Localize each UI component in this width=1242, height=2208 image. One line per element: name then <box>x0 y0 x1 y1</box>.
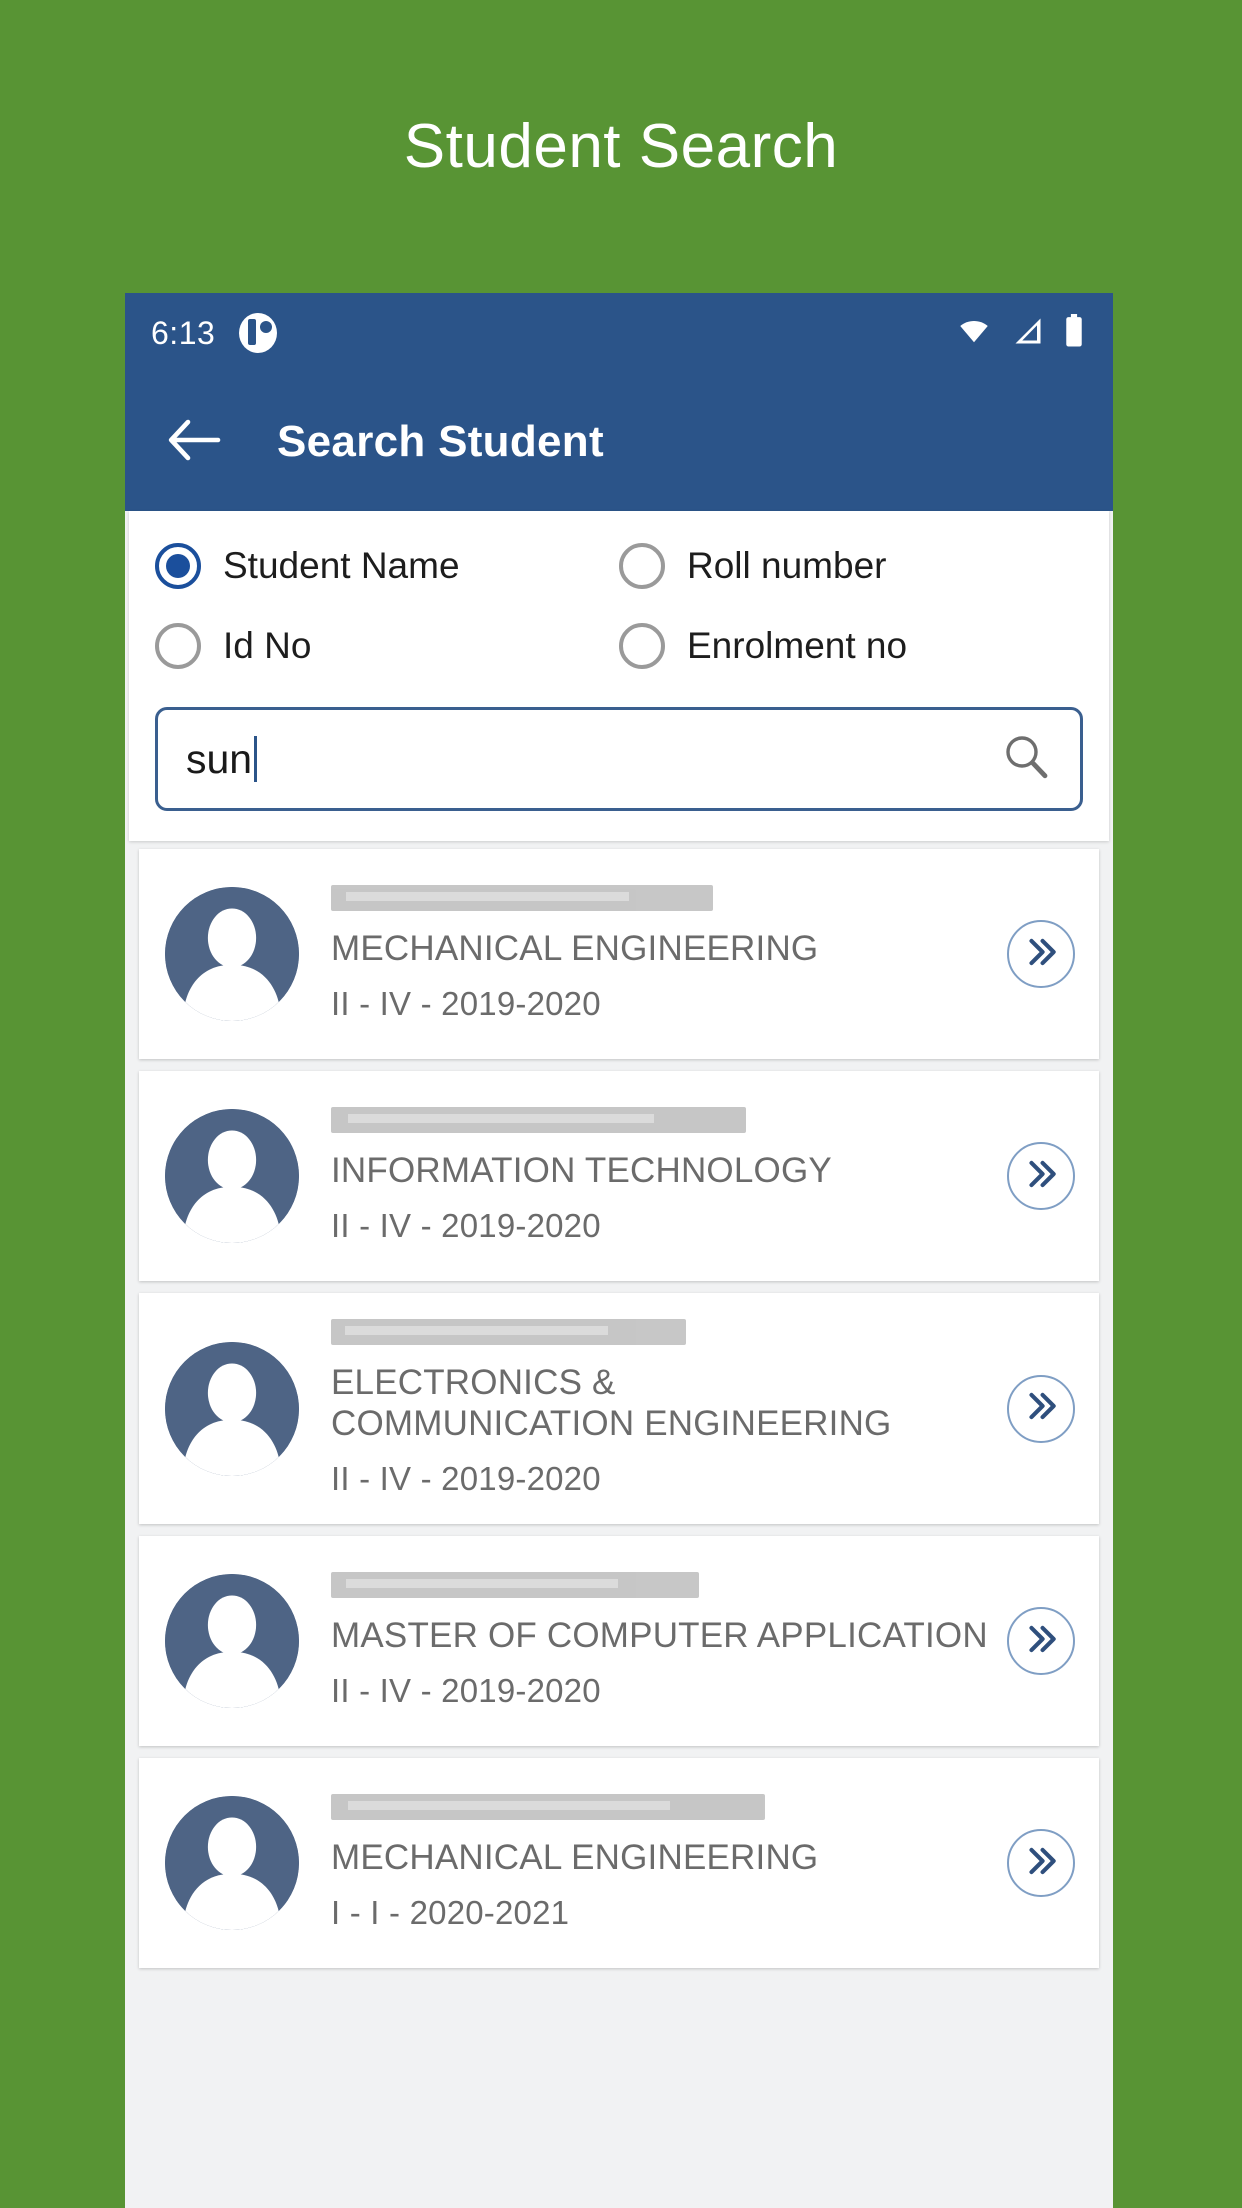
search-input[interactable]: sun <box>155 707 1083 811</box>
person-avatar-icon <box>165 1109 299 1243</box>
radio-enrolment-no[interactable]: Enrolment no <box>619 623 1083 669</box>
radio-circle-icon <box>619 623 665 669</box>
search-mode-radio-group: Student Name Roll number Id No Enrolment… <box>155 543 1083 669</box>
view-details-button[interactable] <box>1007 1829 1075 1898</box>
table-row[interactable]: ELECTRONICS & COMMUNICATION ENGINEERING … <box>139 1293 1099 1525</box>
student-year-session: II - IV - 2019-2020 <box>331 1672 601 1710</box>
person-avatar-icon <box>165 1574 299 1709</box>
redacted-student-name <box>331 1571 700 1598</box>
magnifier-icon[interactable] <box>1000 731 1052 788</box>
search-results-list: MECHANICAL ENGINEERING II - IV - 2019-20… <box>125 841 1113 1969</box>
radio-id-no[interactable]: Id No <box>155 623 619 669</box>
student-year-session: II - IV - 2019-2020 <box>331 1460 601 1498</box>
status-bar: 6:13 <box>125 293 1113 373</box>
text-cursor <box>254 736 258 782</box>
radio-circle-icon <box>155 543 201 589</box>
student-department: INFORMATION TECHNOLOGY <box>331 1150 832 1190</box>
radio-label: Enrolment no <box>687 625 908 666</box>
page-title: Student Search <box>403 112 839 181</box>
radio-circle-icon <box>155 623 201 669</box>
search-panel: Student Name Roll number Id No Enrolment… <box>129 511 1109 841</box>
phone-screen: 6:13 Search Student Student Name Roll nu… <box>125 293 1113 2208</box>
student-department: MASTER OF COMPUTER APPLICATION <box>331 1615 988 1655</box>
double-chevron-right-icon <box>1022 1155 1060 1198</box>
table-row[interactable]: MECHANICAL ENGINEERING I - I - 2020-2021 <box>139 1758 1099 1969</box>
redacted-student-name <box>331 884 713 911</box>
table-row[interactable]: MASTER OF COMPUTER APPLICATION II - IV -… <box>139 1536 1099 1747</box>
person-avatar-icon <box>165 1796 299 1931</box>
wifi-icon <box>955 316 993 351</box>
redacted-student-name <box>331 1319 687 1345</box>
radio-label: Student Name <box>223 545 460 586</box>
app-notification-icon <box>239 313 278 353</box>
student-year-session: II - IV - 2019-2020 <box>331 985 601 1023</box>
status-bar-time: 6:13 <box>151 314 216 351</box>
table-row[interactable]: MECHANICAL ENGINEERING II - IV - 2019-20… <box>139 849 1099 1059</box>
back-arrow-icon <box>166 417 222 468</box>
student-department: ELECTRONICS & COMMUNICATION ENGINEERING <box>331 1363 892 1443</box>
person-avatar-icon <box>165 887 299 1021</box>
search-input-value: sun <box>186 735 253 782</box>
student-department: MECHANICAL ENGINEERING <box>331 1837 819 1877</box>
view-details-button[interactable] <box>1007 920 1075 988</box>
radio-label: Roll number <box>687 545 887 586</box>
battery-icon <box>1063 313 1085 353</box>
table-row[interactable]: INFORMATION TECHNOLOGY II - IV - 2019-20… <box>139 1071 1099 1281</box>
app-bar-title: Search Student <box>277 417 604 466</box>
student-department: MECHANICAL ENGINEERING <box>331 928 819 968</box>
back-button[interactable] <box>163 411 225 473</box>
view-details-button[interactable] <box>1007 1142 1075 1210</box>
radio-student-name[interactable]: Student Name <box>155 543 619 589</box>
radio-roll-number[interactable]: Roll number <box>619 543 1083 589</box>
view-details-button[interactable] <box>1007 1374 1075 1443</box>
app-bar: Search Student <box>125 373 1113 511</box>
person-avatar-icon <box>165 1341 299 1476</box>
double-chevron-right-icon <box>1022 933 1060 976</box>
double-chevron-right-icon <box>1022 1842 1060 1885</box>
radio-circle-icon <box>619 543 665 589</box>
student-year-session: I - I - 2020-2021 <box>331 1894 570 1932</box>
cellular-signal-icon <box>1011 316 1045 351</box>
radio-label: Id No <box>223 625 312 666</box>
redacted-student-name <box>331 1793 766 1820</box>
double-chevron-right-icon <box>1022 1620 1060 1663</box>
redacted-student-name <box>331 1106 746 1133</box>
status-bar-indicators <box>955 313 1085 353</box>
student-year-session: II - IV - 2019-2020 <box>331 1207 601 1245</box>
view-details-button[interactable] <box>1007 1607 1075 1676</box>
double-chevron-right-icon <box>1022 1387 1060 1430</box>
